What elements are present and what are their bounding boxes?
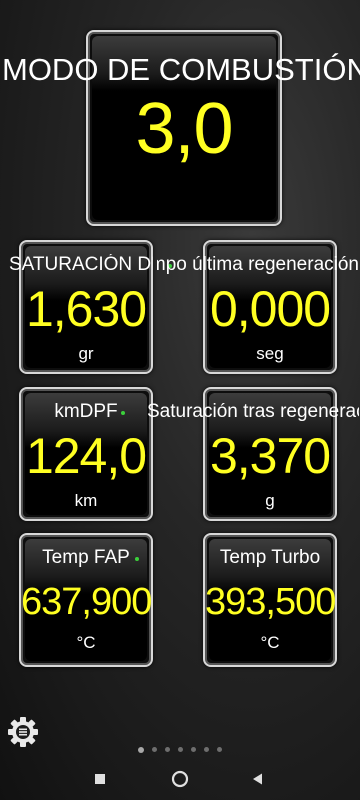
gauge-label: MODO DE COMBUSTIÓN bbox=[2, 52, 360, 87]
page-dot[interactable] bbox=[165, 747, 170, 753]
page-dot[interactable] bbox=[152, 747, 157, 753]
last-regeneration-time-gauge[interactable]: Tiempo última regeneración 0,000 seg bbox=[157, 240, 359, 374]
home-button[interactable] bbox=[168, 767, 192, 791]
back-button[interactable] bbox=[246, 767, 270, 791]
turbo-temperature-gauge[interactable]: Temp Turbo 393,500 °C bbox=[203, 533, 337, 667]
recent-apps-button[interactable] bbox=[88, 767, 112, 791]
gauge-label: Temp FAP bbox=[42, 547, 130, 568]
gauge-label: Tiempo última regeneración bbox=[157, 254, 359, 275]
gauge-value: 0,000 bbox=[209, 281, 331, 337]
recent-apps-icon bbox=[95, 774, 105, 784]
navigation-bar bbox=[0, 755, 360, 800]
gauge-value: 3,370 bbox=[209, 428, 331, 484]
page-dot[interactable] bbox=[204, 747, 209, 753]
saturation-after-regeneration-gauge[interactable]: Saturación tras regeneración 3,370 g bbox=[147, 387, 359, 521]
gauge-value: 637,900 bbox=[21, 581, 152, 623]
gauge-value: 3,0 bbox=[135, 89, 233, 169]
gauge-unit: °C bbox=[260, 633, 280, 652]
indicator-dot bbox=[121, 411, 125, 415]
gauge-unit: gr bbox=[78, 344, 94, 363]
page-dot[interactable] bbox=[178, 747, 183, 753]
fap-temperature-gauge[interactable]: Temp FAP 637,900 °C bbox=[19, 533, 153, 667]
gauge-value: 1,630 bbox=[25, 281, 147, 337]
back-icon bbox=[253, 773, 262, 785]
page-dot[interactable] bbox=[138, 746, 144, 753]
gauge-value: 393,500 bbox=[205, 581, 336, 623]
gauge-unit: g bbox=[265, 491, 275, 510]
page-dot[interactable] bbox=[217, 747, 222, 753]
gauge-value: 124,0 bbox=[25, 428, 147, 484]
km-dpf-gauge[interactable]: kmDPF 124,0 km bbox=[19, 387, 153, 521]
gauge-label: SATURACIÓN DPF bbox=[9, 254, 153, 275]
gauge-label: Temp Turbo bbox=[219, 547, 321, 568]
gauge-unit: °C bbox=[76, 633, 96, 652]
gauge-unit: km bbox=[74, 491, 98, 510]
page-indicator bbox=[0, 741, 360, 753]
gauge-label: Saturación tras regeneración bbox=[147, 401, 359, 422]
indicator-dot bbox=[135, 557, 139, 561]
dpf-saturation-gauge[interactable]: SATURACIÓN DPF 1,630 gr bbox=[9, 240, 172, 374]
combustion-mode-gauge[interactable]: MODO DE COMBUSTIÓN 3,0 bbox=[2, 30, 360, 226]
home-icon bbox=[171, 770, 189, 788]
gauge-unit: seg bbox=[256, 344, 284, 363]
page-dot[interactable] bbox=[191, 747, 196, 753]
